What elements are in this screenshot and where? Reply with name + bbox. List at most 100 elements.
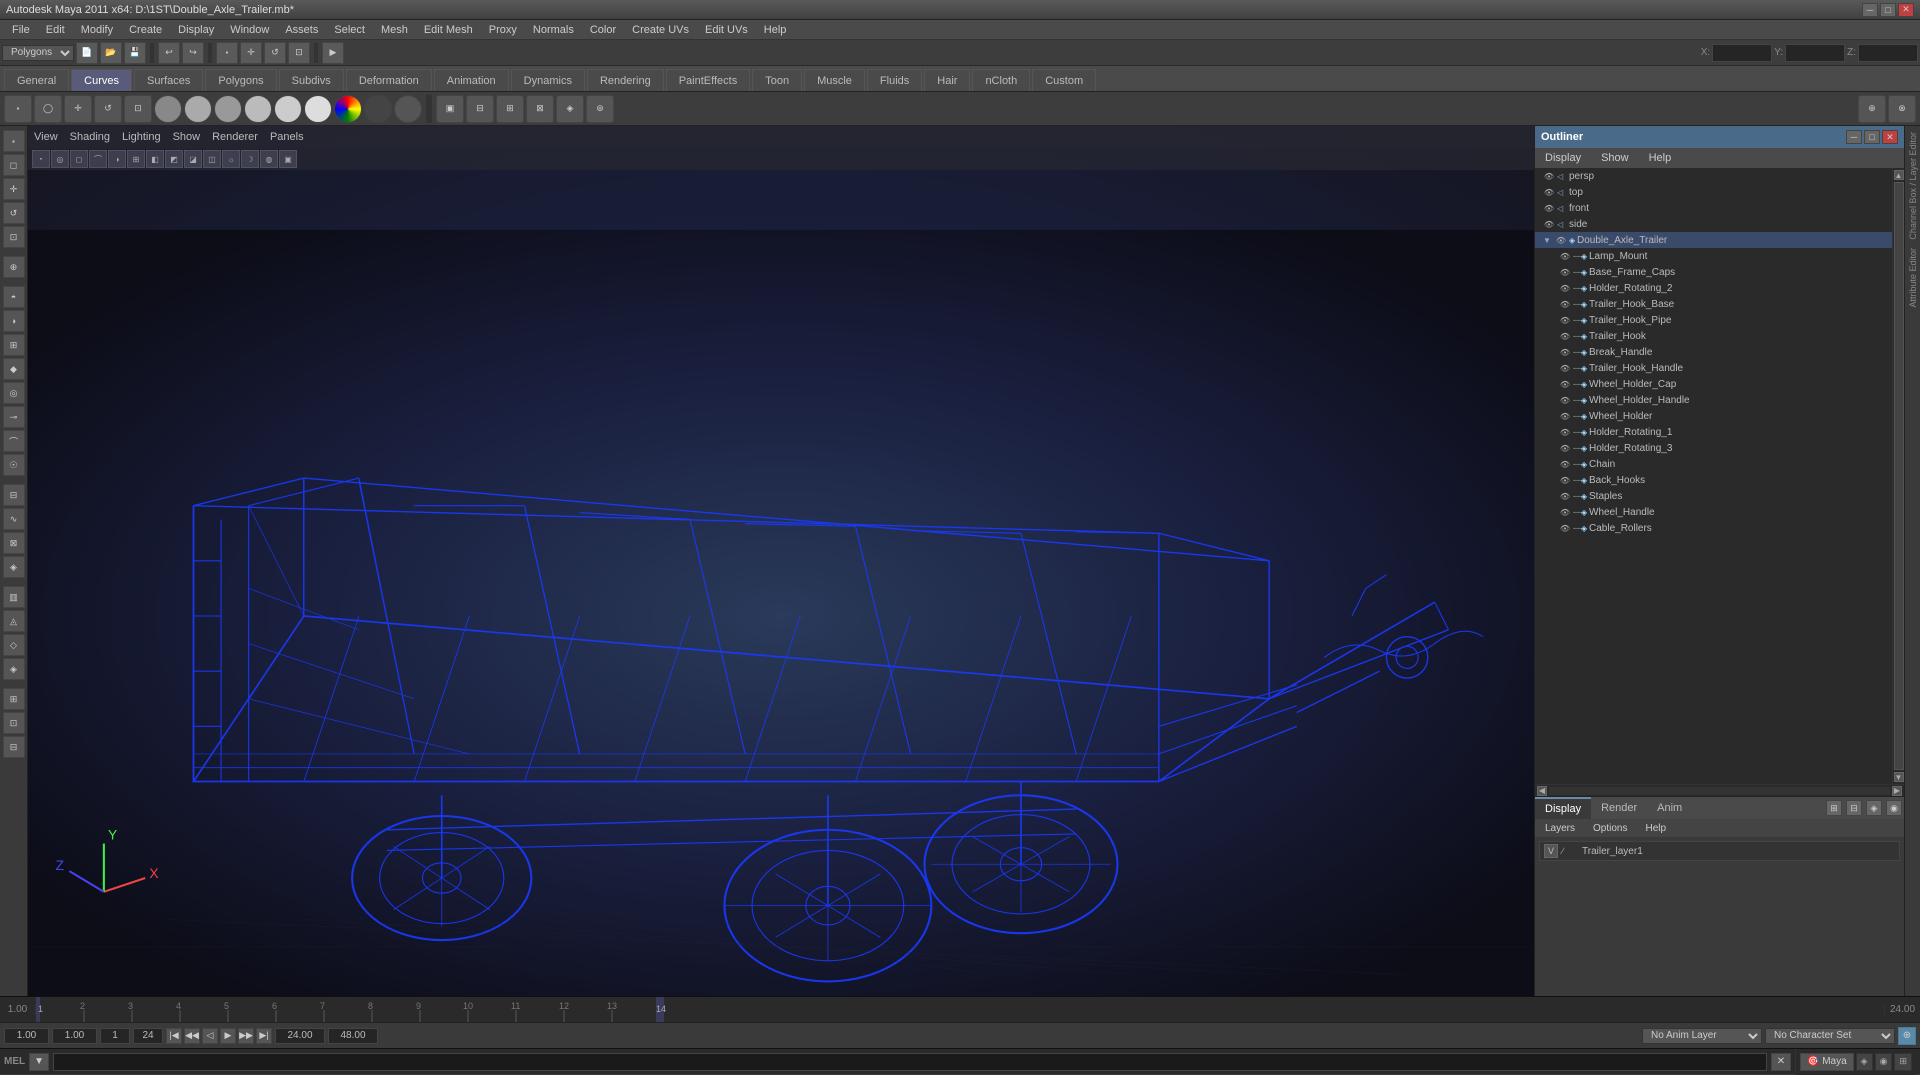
range-start-field-2[interactable]	[52, 1028, 97, 1044]
max-frame-field[interactable]	[328, 1028, 378, 1044]
outliner-item-cable-rollers[interactable]: 👁 — ◈ Cable_Rollers	[1551, 520, 1892, 536]
outliner-item-back-hooks[interactable]: 👁 — ◈ Back_Hooks	[1551, 472, 1892, 488]
select-tool[interactable]: ⬝	[3, 130, 25, 152]
y-coord-input[interactable]	[1785, 44, 1845, 62]
outliner-item-wheel-handle[interactable]: 👁 — ◈ Wheel_Handle	[1551, 504, 1892, 520]
frame-selected[interactable]: ⊡	[3, 712, 25, 734]
paint-skin-tool[interactable]: ☉	[3, 454, 25, 476]
play-fwd-btn[interactable]: ▶▶	[238, 1028, 254, 1044]
taskbar-item-1[interactable]: ◈	[1856, 1053, 1873, 1071]
outliner-item-trailer-hook-base[interactable]: 👁 — ◈ Trailer_Hook_Base	[1551, 296, 1892, 312]
cb-menu-help[interactable]: Help	[1641, 819, 1670, 837]
shelf-icon-2[interactable]: ◯	[34, 95, 62, 123]
z-coord-input[interactable]	[1858, 44, 1918, 62]
vp-menu-shading[interactable]: Shading	[70, 131, 110, 143]
menu-create[interactable]: Create	[121, 20, 170, 39]
range-end-field[interactable]	[133, 1028, 163, 1044]
shelf-icon-10[interactable]	[274, 95, 302, 123]
snap-point[interactable]: ⊠	[3, 532, 25, 554]
cb-icon-3[interactable]: ◈	[1866, 800, 1882, 816]
menu-modify[interactable]: Modify	[73, 20, 121, 39]
render-region[interactable]: ▥	[3, 586, 25, 608]
tab-muscle[interactable]: Muscle	[804, 69, 865, 91]
x-coord-input[interactable]	[1712, 44, 1772, 62]
select-tool-btn[interactable]: ⬝	[216, 42, 238, 64]
scroll-down-btn[interactable]: ▼	[1894, 772, 1904, 782]
menu-edit-mesh[interactable]: Edit Mesh	[416, 20, 481, 39]
scale-tool-btn[interactable]: ⊡	[288, 42, 310, 64]
minimize-button[interactable]: ─	[1862, 3, 1878, 17]
joint-tool[interactable]: ◎	[3, 382, 25, 404]
outliner-max-btn[interactable]: □	[1864, 130, 1880, 144]
outliner-item-side[interactable]: 👁 ◁ side	[1535, 216, 1892, 232]
outliner-item-base-frame-caps[interactable]: 👁 — ◈ Base_Frame_Caps	[1551, 264, 1892, 280]
shelf-icon-4[interactable]: ↺	[94, 95, 122, 123]
shelf-icon-snap2[interactable]: ⊗	[1888, 95, 1916, 123]
vp-menu-view[interactable]: View	[34, 131, 58, 143]
range-frame-field[interactable]	[100, 1028, 130, 1044]
undo-btn[interactable]: ↩	[158, 42, 180, 64]
viewport-canvas[interactable]: X Y Z	[28, 148, 1534, 996]
shelf-icon-1[interactable]: ⬝	[4, 95, 32, 123]
tab-polygons[interactable]: Polygons	[205, 69, 276, 91]
ik-handle-tool[interactable]: ⊸	[3, 406, 25, 428]
maximize-button[interactable]: □	[1880, 3, 1896, 17]
tab-custom[interactable]: Custom	[1032, 69, 1096, 91]
timeline-ruler[interactable]: 1 2 3 4 5 6 7 8 9 10 11 12 13 1	[36, 997, 1884, 1023]
tab-animation[interactable]: Animation	[434, 69, 509, 91]
shelf-icon-11[interactable]	[304, 95, 332, 123]
menu-create-uvs[interactable]: Create UVs	[624, 20, 697, 39]
vp-menu-show[interactable]: Show	[173, 131, 201, 143]
outliner-min-btn[interactable]: ─	[1846, 130, 1862, 144]
outliner-item-wheel-holder-cap[interactable]: 👁 — ◈ Wheel_Holder_Cap	[1551, 376, 1892, 392]
shelf-icon-snap1[interactable]: ⊕	[1858, 95, 1886, 123]
cb-icon-4[interactable]: ◉	[1886, 800, 1902, 816]
hscroll-right-btn[interactable]: ▶	[1892, 786, 1902, 796]
scroll-thumb[interactable]	[1894, 182, 1904, 770]
tab-dynamics[interactable]: Dynamics	[511, 69, 585, 91]
tab-ncloth[interactable]: nCloth	[972, 69, 1030, 91]
character-set-dropdown[interactable]: No Character Set	[1765, 1028, 1895, 1044]
sculpt-tool[interactable]: ◑	[3, 310, 25, 332]
new-scene-btn[interactable]: 📄	[76, 42, 98, 64]
vtab-channel-box[interactable]: Channel Box / Layer Editor	[1906, 128, 1920, 244]
menu-normals[interactable]: Normals	[525, 20, 582, 39]
mel-input[interactable]	[53, 1053, 1767, 1071]
end-frame-field-2[interactable]	[275, 1028, 325, 1044]
shelf-icon-8[interactable]	[214, 95, 242, 123]
menu-edit-uvs[interactable]: Edit UVs	[697, 20, 756, 39]
set-breakdown[interactable]: ◈	[3, 658, 25, 680]
shelf-icon-7[interactable]	[184, 95, 212, 123]
shelf-icon-render4[interactable]: ⊠	[526, 95, 554, 123]
cb-icon-2[interactable]: ⊟	[1846, 800, 1862, 816]
close-button[interactable]: ✕	[1898, 3, 1914, 17]
snap-view[interactable]: ◈	[3, 556, 25, 578]
outliner-item-break-handle[interactable]: 👁 — ◈ Break_Handle	[1551, 344, 1892, 360]
menu-assets[interactable]: Assets	[277, 20, 326, 39]
outliner-hscrollbar[interactable]: ◀ ▶	[1535, 784, 1904, 796]
scale-tool-left[interactable]: ⊡	[3, 226, 25, 248]
redo-btn[interactable]: ↪	[182, 42, 204, 64]
taskbar-item-3[interactable]: ⊞	[1894, 1053, 1912, 1071]
hscroll-track[interactable]	[1549, 787, 1890, 795]
move-tool-btn[interactable]: ✛	[240, 42, 262, 64]
menu-color[interactable]: Color	[582, 20, 624, 39]
mel-history-btn[interactable]: ▼	[29, 1053, 49, 1071]
tab-curves[interactable]: Curves	[71, 69, 132, 91]
shelf-icon-render6[interactable]: ⊛	[586, 95, 614, 123]
open-scene-btn[interactable]: 📂	[100, 42, 122, 64]
outliner-item-staples[interactable]: 👁 — ◈ Staples	[1551, 488, 1892, 504]
hscroll-left-btn[interactable]: ◀	[1537, 786, 1547, 796]
outliner-item-trailer-hook[interactable]: 👁 — ◈ Trailer_Hook	[1551, 328, 1892, 344]
vp-menu-renderer[interactable]: Renderer	[212, 131, 258, 143]
vp-menu-lighting[interactable]: Lighting	[122, 131, 161, 143]
cb-tab-anim[interactable]: Anim	[1647, 797, 1692, 819]
tab-surfaces[interactable]: Surfaces	[134, 69, 203, 91]
play-btn[interactable]: ▶	[220, 1028, 236, 1044]
move-tool-left[interactable]: ✛	[3, 178, 25, 200]
frame-all[interactable]: ⊟	[3, 736, 25, 758]
render-btn[interactable]: ▶	[322, 42, 344, 64]
menu-display[interactable]: Display	[170, 20, 222, 39]
tab-fluids[interactable]: Fluids	[867, 69, 922, 91]
outliner-item-persp[interactable]: 👁 ◁ persp	[1535, 168, 1892, 184]
